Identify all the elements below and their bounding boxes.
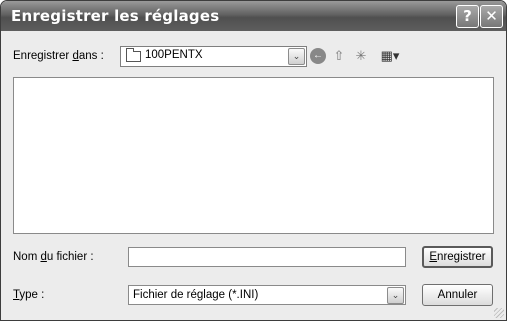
filename-input[interactable] — [128, 247, 406, 267]
title-bar[interactable]: Enregistrer les réglages ? ✕ — [1, 1, 506, 31]
chevron-down-icon[interactable]: ⌄ — [387, 287, 404, 304]
filetype-select[interactable]: Fichier de réglage (*.INI) ⌄ — [128, 285, 406, 305]
filename-label: Nom du fichier : — [13, 251, 94, 263]
view-menu-icon[interactable]: ▦▾ — [377, 48, 403, 64]
file-list[interactable] — [13, 77, 494, 234]
up-folder-icon[interactable]: ⇧ — [331, 48, 347, 64]
save-button[interactable]: Enregistrer — [422, 246, 493, 268]
cancel-button[interactable]: Annuler — [422, 284, 493, 306]
help-button[interactable]: ? — [456, 5, 479, 28]
dialog-title: Enregistrer les réglages — [11, 7, 220, 25]
filetype-label: Type : — [13, 289, 45, 301]
close-button[interactable]: ✕ — [480, 5, 503, 28]
folder-icon — [126, 48, 141, 62]
back-icon[interactable]: ← — [310, 48, 326, 64]
resize-grip[interactable] — [494, 308, 504, 318]
current-folder: 100PENTX — [145, 49, 203, 61]
save-settings-dialog: Enregistrer les réglages ? ✕ Enregistrer… — [0, 0, 507, 321]
save-in-combobox[interactable]: 100PENTX ⌄ — [120, 46, 307, 67]
chevron-down-icon[interactable]: ⌄ — [288, 48, 305, 65]
save-in-label: Enregistrer dans : — [13, 50, 104, 62]
filetype-value: Fichier de réglage (*.INI) — [133, 289, 259, 301]
new-folder-icon[interactable]: ✳ — [353, 48, 369, 64]
